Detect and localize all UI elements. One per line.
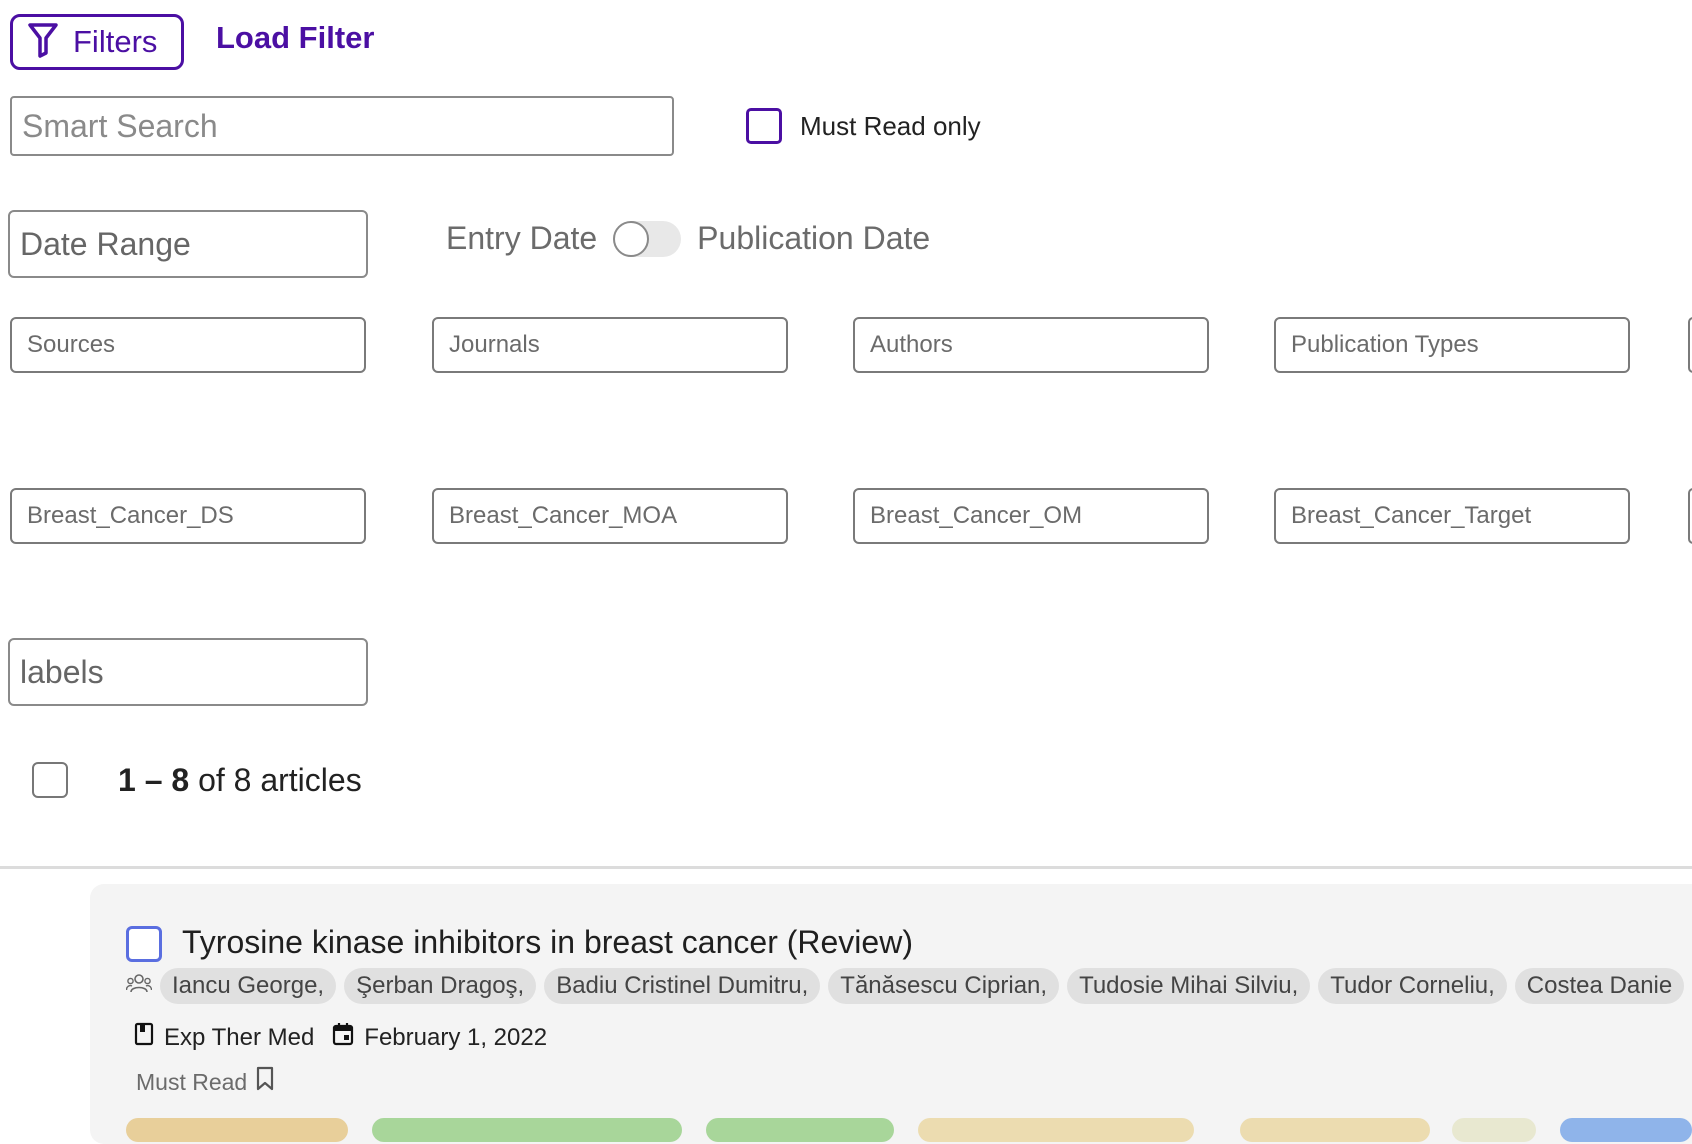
- article-meta-row: Exp Ther Med February 1, 2022: [134, 1022, 547, 1053]
- bookmark-icon[interactable]: [255, 1066, 275, 1098]
- labels-field-label: labels: [20, 653, 104, 690]
- breast-cancer-om-filter-label: Breast_Cancer_OM: [870, 502, 1083, 529]
- tag-pill[interactable]: [1452, 1118, 1536, 1142]
- author-chip[interactable]: Costea Danie: [1514, 968, 1685, 1004]
- authors-row: Iancu George, Şerban Dragoş, Badiu Crist…: [125, 968, 1685, 1004]
- filters-button-label: Filters: [73, 24, 158, 59]
- overflow-filter-edge[interactable]: [1688, 317, 1692, 373]
- results-count: 1 – 8 of 8 articles: [118, 762, 362, 799]
- sources-filter[interactable]: Sources: [10, 317, 366, 373]
- tag-pill[interactable]: [1240, 1118, 1430, 1142]
- breast-cancer-moa-filter-label: Breast_Cancer_MOA: [449, 502, 678, 529]
- authors-filter[interactable]: Authors: [853, 317, 1209, 373]
- breast-cancer-ds-filter[interactable]: Breast_Cancer_DS: [10, 488, 366, 544]
- tag-pill[interactable]: [372, 1118, 682, 1142]
- author-chip[interactable]: Badiu Cristinel Dumitru,: [544, 968, 821, 1004]
- publication-types-filter-label: Publication Types: [1291, 331, 1479, 358]
- author-chip[interactable]: Şerban Dragoş,: [344, 968, 537, 1004]
- date-range-label: Date Range: [20, 225, 191, 262]
- breast-cancer-target-filter-label: Breast_Cancer_Target: [1291, 502, 1532, 529]
- breast-cancer-ds-filter-label: Breast_Cancer_DS: [27, 502, 234, 529]
- divider: [0, 866, 1692, 869]
- journal-icon: [134, 1022, 154, 1053]
- load-filter-link[interactable]: Load Filter: [216, 20, 374, 56]
- authors-filter-label: Authors: [870, 331, 953, 358]
- filters-button[interactable]: Filters: [10, 14, 184, 70]
- smart-search-input[interactable]: [10, 96, 674, 156]
- entry-date-label: Entry Date: [446, 220, 598, 256]
- breast-cancer-moa-filter[interactable]: Breast_Cancer_MOA: [432, 488, 788, 544]
- must-read-toggle[interactable]: Must Read: [136, 1066, 275, 1098]
- journals-filter[interactable]: Journals: [432, 317, 788, 373]
- people-icon: [125, 973, 153, 1000]
- breast-cancer-om-filter[interactable]: Breast_Cancer_OM: [853, 488, 1209, 544]
- results-total: of 8 articles: [198, 762, 362, 798]
- publication-date-label: Publication Date: [697, 220, 931, 256]
- labels-field[interactable]: labels: [8, 638, 368, 706]
- journals-filter-label: Journals: [449, 331, 540, 358]
- date-type-switch-row: Entry Date Publication Date: [446, 220, 930, 257]
- must-read-only-toggle[interactable]: Must Read only: [746, 108, 981, 144]
- date-type-toggle[interactable]: [613, 220, 682, 257]
- journal-name: Exp Ther Med: [164, 1023, 315, 1051]
- author-chip[interactable]: Tănăsescu Ciprian,: [828, 968, 1060, 1004]
- author-chip[interactable]: Iancu George,: [160, 968, 337, 1004]
- article-title[interactable]: Tyrosine kinase inhibitors in breast can…: [182, 924, 913, 961]
- publication-types-filter[interactable]: Publication Types: [1274, 317, 1630, 373]
- tag-pill[interactable]: [706, 1118, 894, 1142]
- overflow-filter-edge-2[interactable]: [1688, 488, 1692, 544]
- article-checkbox[interactable]: [126, 926, 162, 962]
- results-range: 1 – 8: [118, 762, 190, 798]
- must-read-only-checkbox[interactable]: [746, 108, 782, 144]
- toggle-knob: [613, 220, 650, 257]
- sources-filter-label: Sources: [27, 331, 116, 358]
- author-chip[interactable]: Tudor Corneliu,: [1318, 968, 1507, 1004]
- publication-date: February 1, 2022: [364, 1023, 548, 1051]
- funnel-icon: [27, 22, 59, 63]
- tag-pill[interactable]: [918, 1118, 1194, 1142]
- tag-pill[interactable]: [1560, 1118, 1692, 1142]
- tag-pill[interactable]: [126, 1118, 348, 1142]
- date-range-field[interactable]: Date Range: [8, 210, 368, 278]
- must-read-only-label: Must Read only: [800, 110, 981, 141]
- calendar-icon: [332, 1022, 354, 1053]
- must-read-label: Must Read: [136, 1068, 248, 1095]
- select-all-checkbox[interactable]: [32, 762, 68, 798]
- breast-cancer-target-filter[interactable]: Breast_Cancer_Target: [1274, 488, 1630, 544]
- author-chip[interactable]: Tudosie Mihai Silviu,: [1067, 968, 1311, 1004]
- article-card: [90, 884, 1692, 1144]
